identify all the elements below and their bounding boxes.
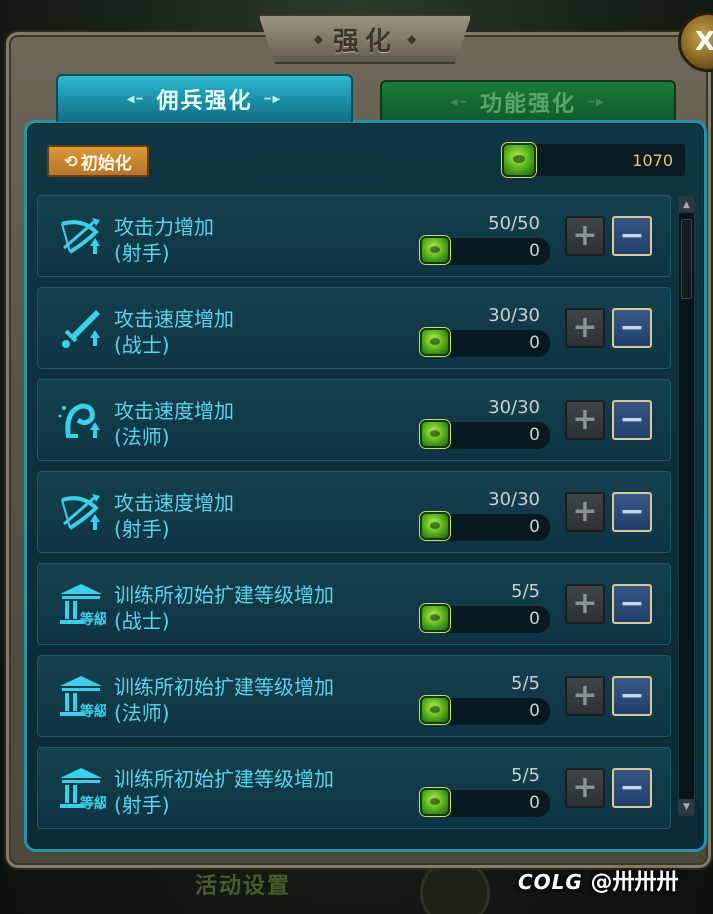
green-gem-icon bbox=[420, 420, 450, 448]
dialog-title: 强化 bbox=[332, 26, 397, 57]
item-cost: 0 bbox=[529, 333, 540, 353]
increase-button[interactable]: + bbox=[565, 584, 605, 624]
item-class: (法师) bbox=[114, 425, 170, 449]
item-class: (战士) bbox=[114, 333, 170, 357]
close-icon: X bbox=[695, 27, 713, 57]
decrease-button[interactable]: − bbox=[612, 492, 652, 532]
item-class: (射手) bbox=[114, 793, 170, 817]
currency-value: 1070 bbox=[632, 151, 673, 170]
currency-display: 1070 bbox=[512, 143, 686, 177]
decrease-button[interactable]: − bbox=[612, 308, 652, 348]
increase-button[interactable]: + bbox=[565, 400, 605, 440]
sword-icon bbox=[56, 304, 106, 354]
decrease-button[interactable]: − bbox=[612, 584, 652, 624]
enhance-item-row: 攻击速度增加 (战士) 30/30 0 + − bbox=[37, 287, 671, 369]
item-cost: 0 bbox=[529, 241, 540, 261]
decrease-button[interactable]: − bbox=[612, 216, 652, 256]
item-title: 训练所初始扩建等级增加 bbox=[114, 583, 334, 607]
title-ornament-left: ◆ bbox=[313, 32, 323, 46]
decrease-button[interactable]: − bbox=[612, 676, 652, 716]
tab-label: 功能强化 bbox=[479, 92, 576, 117]
cycle-arrows-icon: ⟲ bbox=[64, 151, 78, 171]
green-gem-icon bbox=[420, 236, 450, 264]
watermark-handle: @卅卅卅 bbox=[590, 870, 679, 895]
svg-text:等級: 等級 bbox=[80, 703, 106, 720]
item-cost: 0 bbox=[529, 701, 540, 721]
item-cost: 0 bbox=[529, 517, 540, 537]
tab-ornament-left: ◀━ bbox=[126, 93, 145, 105]
green-gem-icon bbox=[420, 696, 450, 724]
enhance-item-row: 攻击速度增加 (法师) 30/30 0 + − bbox=[37, 379, 671, 461]
watermark-logo: COLG bbox=[518, 870, 583, 894]
scroll-down-arrow-icon[interactable]: ▼ bbox=[679, 799, 694, 815]
item-class: (射手) bbox=[114, 517, 170, 541]
decrease-button[interactable]: − bbox=[612, 768, 652, 808]
tab-ornament-right: ━▶ bbox=[588, 96, 606, 108]
item-title: 训练所初始扩建等级增加 bbox=[114, 767, 334, 791]
item-level: 30/30 bbox=[488, 305, 540, 326]
item-title: 攻击力增加 bbox=[114, 215, 214, 239]
increase-button[interactable]: + bbox=[565, 492, 605, 532]
item-level: 5/5 bbox=[511, 673, 540, 694]
title-ornament-right: ◆ bbox=[407, 32, 417, 46]
green-gem-icon bbox=[420, 604, 450, 632]
green-gem-icon bbox=[502, 143, 536, 177]
item-class: (法师) bbox=[114, 701, 170, 725]
item-title: 攻击速度增加 bbox=[114, 399, 234, 423]
green-gem-icon bbox=[420, 512, 450, 540]
increase-button[interactable]: + bbox=[565, 676, 605, 716]
increase-button[interactable]: + bbox=[565, 308, 605, 348]
svg-text:等級: 等級 bbox=[80, 611, 106, 628]
item-cost: 0 bbox=[529, 609, 540, 629]
item-level: 30/30 bbox=[488, 489, 540, 510]
item-class: (射手) bbox=[114, 241, 170, 265]
item-title: 训练所初始扩建等级增加 bbox=[114, 675, 334, 699]
watermark: COLG @卅卅卅 bbox=[518, 864, 679, 896]
item-title: 攻击速度增加 bbox=[114, 307, 234, 331]
item-level: 5/5 bbox=[511, 581, 540, 602]
training-hall-icon: 等級 bbox=[56, 672, 108, 722]
bow-icon bbox=[56, 488, 106, 538]
background-menu-text: 活动设置 bbox=[195, 874, 292, 899]
item-title: 攻击速度增加 bbox=[114, 491, 234, 515]
item-cost: 0 bbox=[529, 425, 540, 445]
reset-button[interactable]: ⟲ 初始化 bbox=[47, 145, 149, 177]
scrollbar-thumb[interactable] bbox=[681, 219, 692, 299]
tab-mercenary-enhance[interactable]: ◀━ 佣兵强化 ━▶ bbox=[56, 74, 353, 122]
reset-label: 初始化 bbox=[80, 153, 132, 174]
tab-ornament-left: ◀━ bbox=[450, 96, 468, 108]
training-hall-icon: 等級 bbox=[56, 764, 108, 814]
enhance-item-row: 等級 训练所初始扩建等级增加 (法师) 5/5 0 + − bbox=[37, 655, 671, 737]
scrollbar[interactable]: ▲ ▼ bbox=[678, 196, 695, 816]
scroll-up-arrow-icon[interactable]: ▲ bbox=[679, 197, 694, 213]
item-level: 5/5 bbox=[511, 765, 540, 786]
green-gem-icon bbox=[420, 788, 450, 816]
green-gem-icon bbox=[420, 328, 450, 356]
tab-ornament-right: ━▶ bbox=[264, 93, 283, 105]
mage-icon bbox=[56, 396, 106, 446]
item-level: 50/50 bbox=[488, 213, 540, 234]
increase-button[interactable]: + bbox=[565, 768, 605, 808]
training-hall-icon: 等級 bbox=[56, 580, 108, 630]
tab-function-enhance[interactable]: ◀━ 功能强化 ━▶ bbox=[380, 80, 676, 122]
title-plaque: ◆ 强化 ◆ bbox=[258, 14, 472, 64]
svg-text:等級: 等級 bbox=[80, 795, 106, 812]
enhance-item-row: 攻击力增加 (射手) 50/50 0 + − bbox=[37, 195, 671, 277]
enhance-item-row: 攻击速度增加 (射手) 30/30 0 + − bbox=[37, 471, 671, 553]
enhance-item-row: 等級 训练所初始扩建等级增加 (射手) 5/5 0 + − bbox=[37, 747, 671, 829]
item-class: (战士) bbox=[114, 609, 170, 633]
increase-button[interactable]: + bbox=[565, 216, 605, 256]
decrease-button[interactable]: − bbox=[612, 400, 652, 440]
item-cost: 0 bbox=[529, 793, 540, 813]
tab-label: 佣兵强化 bbox=[156, 89, 253, 114]
bow-icon bbox=[56, 212, 106, 262]
enhance-item-row: 等級 训练所初始扩建等级增加 (战士) 5/5 0 + − bbox=[37, 563, 671, 645]
item-level: 30/30 bbox=[488, 397, 540, 418]
